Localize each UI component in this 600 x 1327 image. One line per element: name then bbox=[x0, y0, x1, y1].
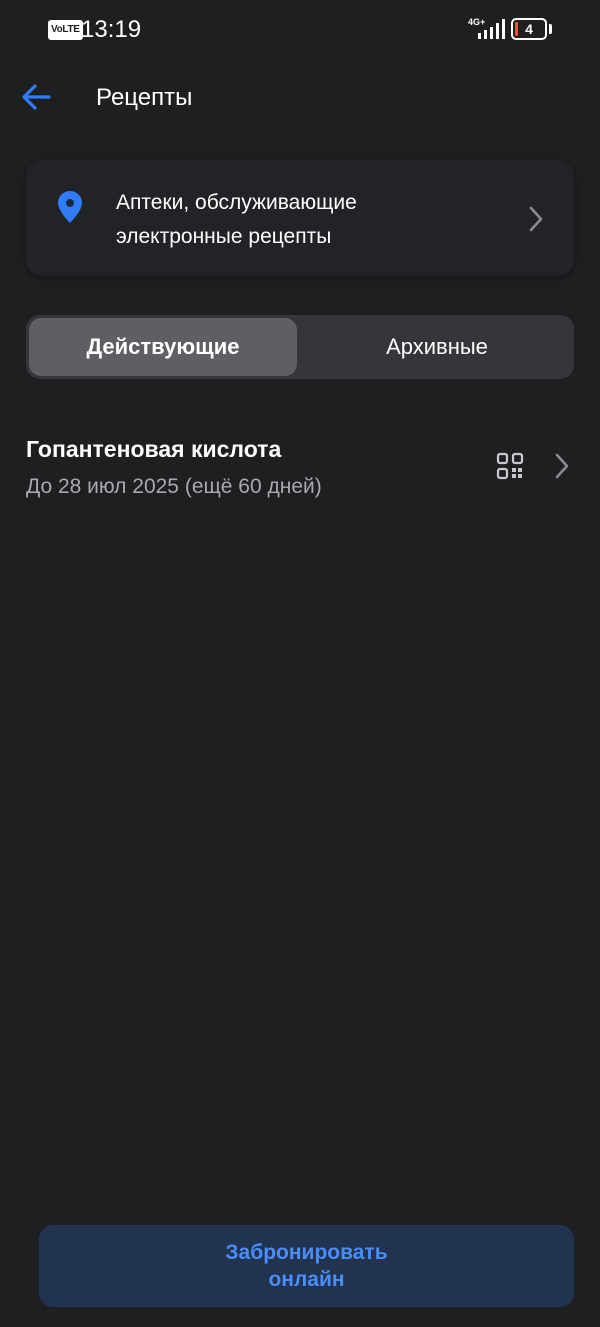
tab-active-recipes[interactable]: Действующие bbox=[29, 318, 297, 376]
chevron-right-icon bbox=[529, 206, 543, 232]
battery-tip bbox=[549, 24, 552, 34]
pharmacies-card-line2: электронные рецепты bbox=[116, 225, 332, 248]
pharmacies-card-line1: Аптеки, обслуживающие bbox=[116, 191, 357, 214]
page-title: Рецепты bbox=[96, 84, 193, 111]
book-online-line1: Забронировать bbox=[225, 1241, 388, 1264]
recipe-validity: До 28 июл 2025 (ещё 60 дней) bbox=[26, 475, 322, 498]
signal-icon bbox=[478, 19, 505, 39]
battery-icon: 4 bbox=[511, 18, 547, 40]
chevron-right-icon bbox=[555, 453, 569, 479]
pharmacies-card-text: Аптеки, обслуживающие электронные рецепт… bbox=[116, 186, 496, 254]
recipe-name: Гопантеновая кислота bbox=[26, 436, 282, 462]
tab-archived-recipes[interactable]: Архивные bbox=[303, 318, 571, 376]
book-online-line2: онлайн bbox=[268, 1268, 345, 1291]
battery-level: 4 bbox=[525, 21, 533, 37]
status-time: 13:19 bbox=[81, 16, 142, 43]
arrow-left-icon bbox=[22, 84, 51, 110]
recipes-tabs: Действующие Архивные bbox=[26, 315, 574, 379]
qr-code-icon[interactable] bbox=[496, 452, 524, 480]
status-bar: VoLTE 13:19 4G+ 4 bbox=[0, 0, 600, 60]
location-pin-icon bbox=[58, 191, 82, 223]
back-button[interactable] bbox=[14, 77, 58, 117]
volte-badge: VoLTE bbox=[48, 20, 83, 40]
recipe-list-item[interactable]: Гопантеновая кислота До 28 июл 2025 (ещё… bbox=[0, 420, 600, 520]
book-online-button[interactable]: Забронировать онлайн bbox=[39, 1225, 574, 1307]
